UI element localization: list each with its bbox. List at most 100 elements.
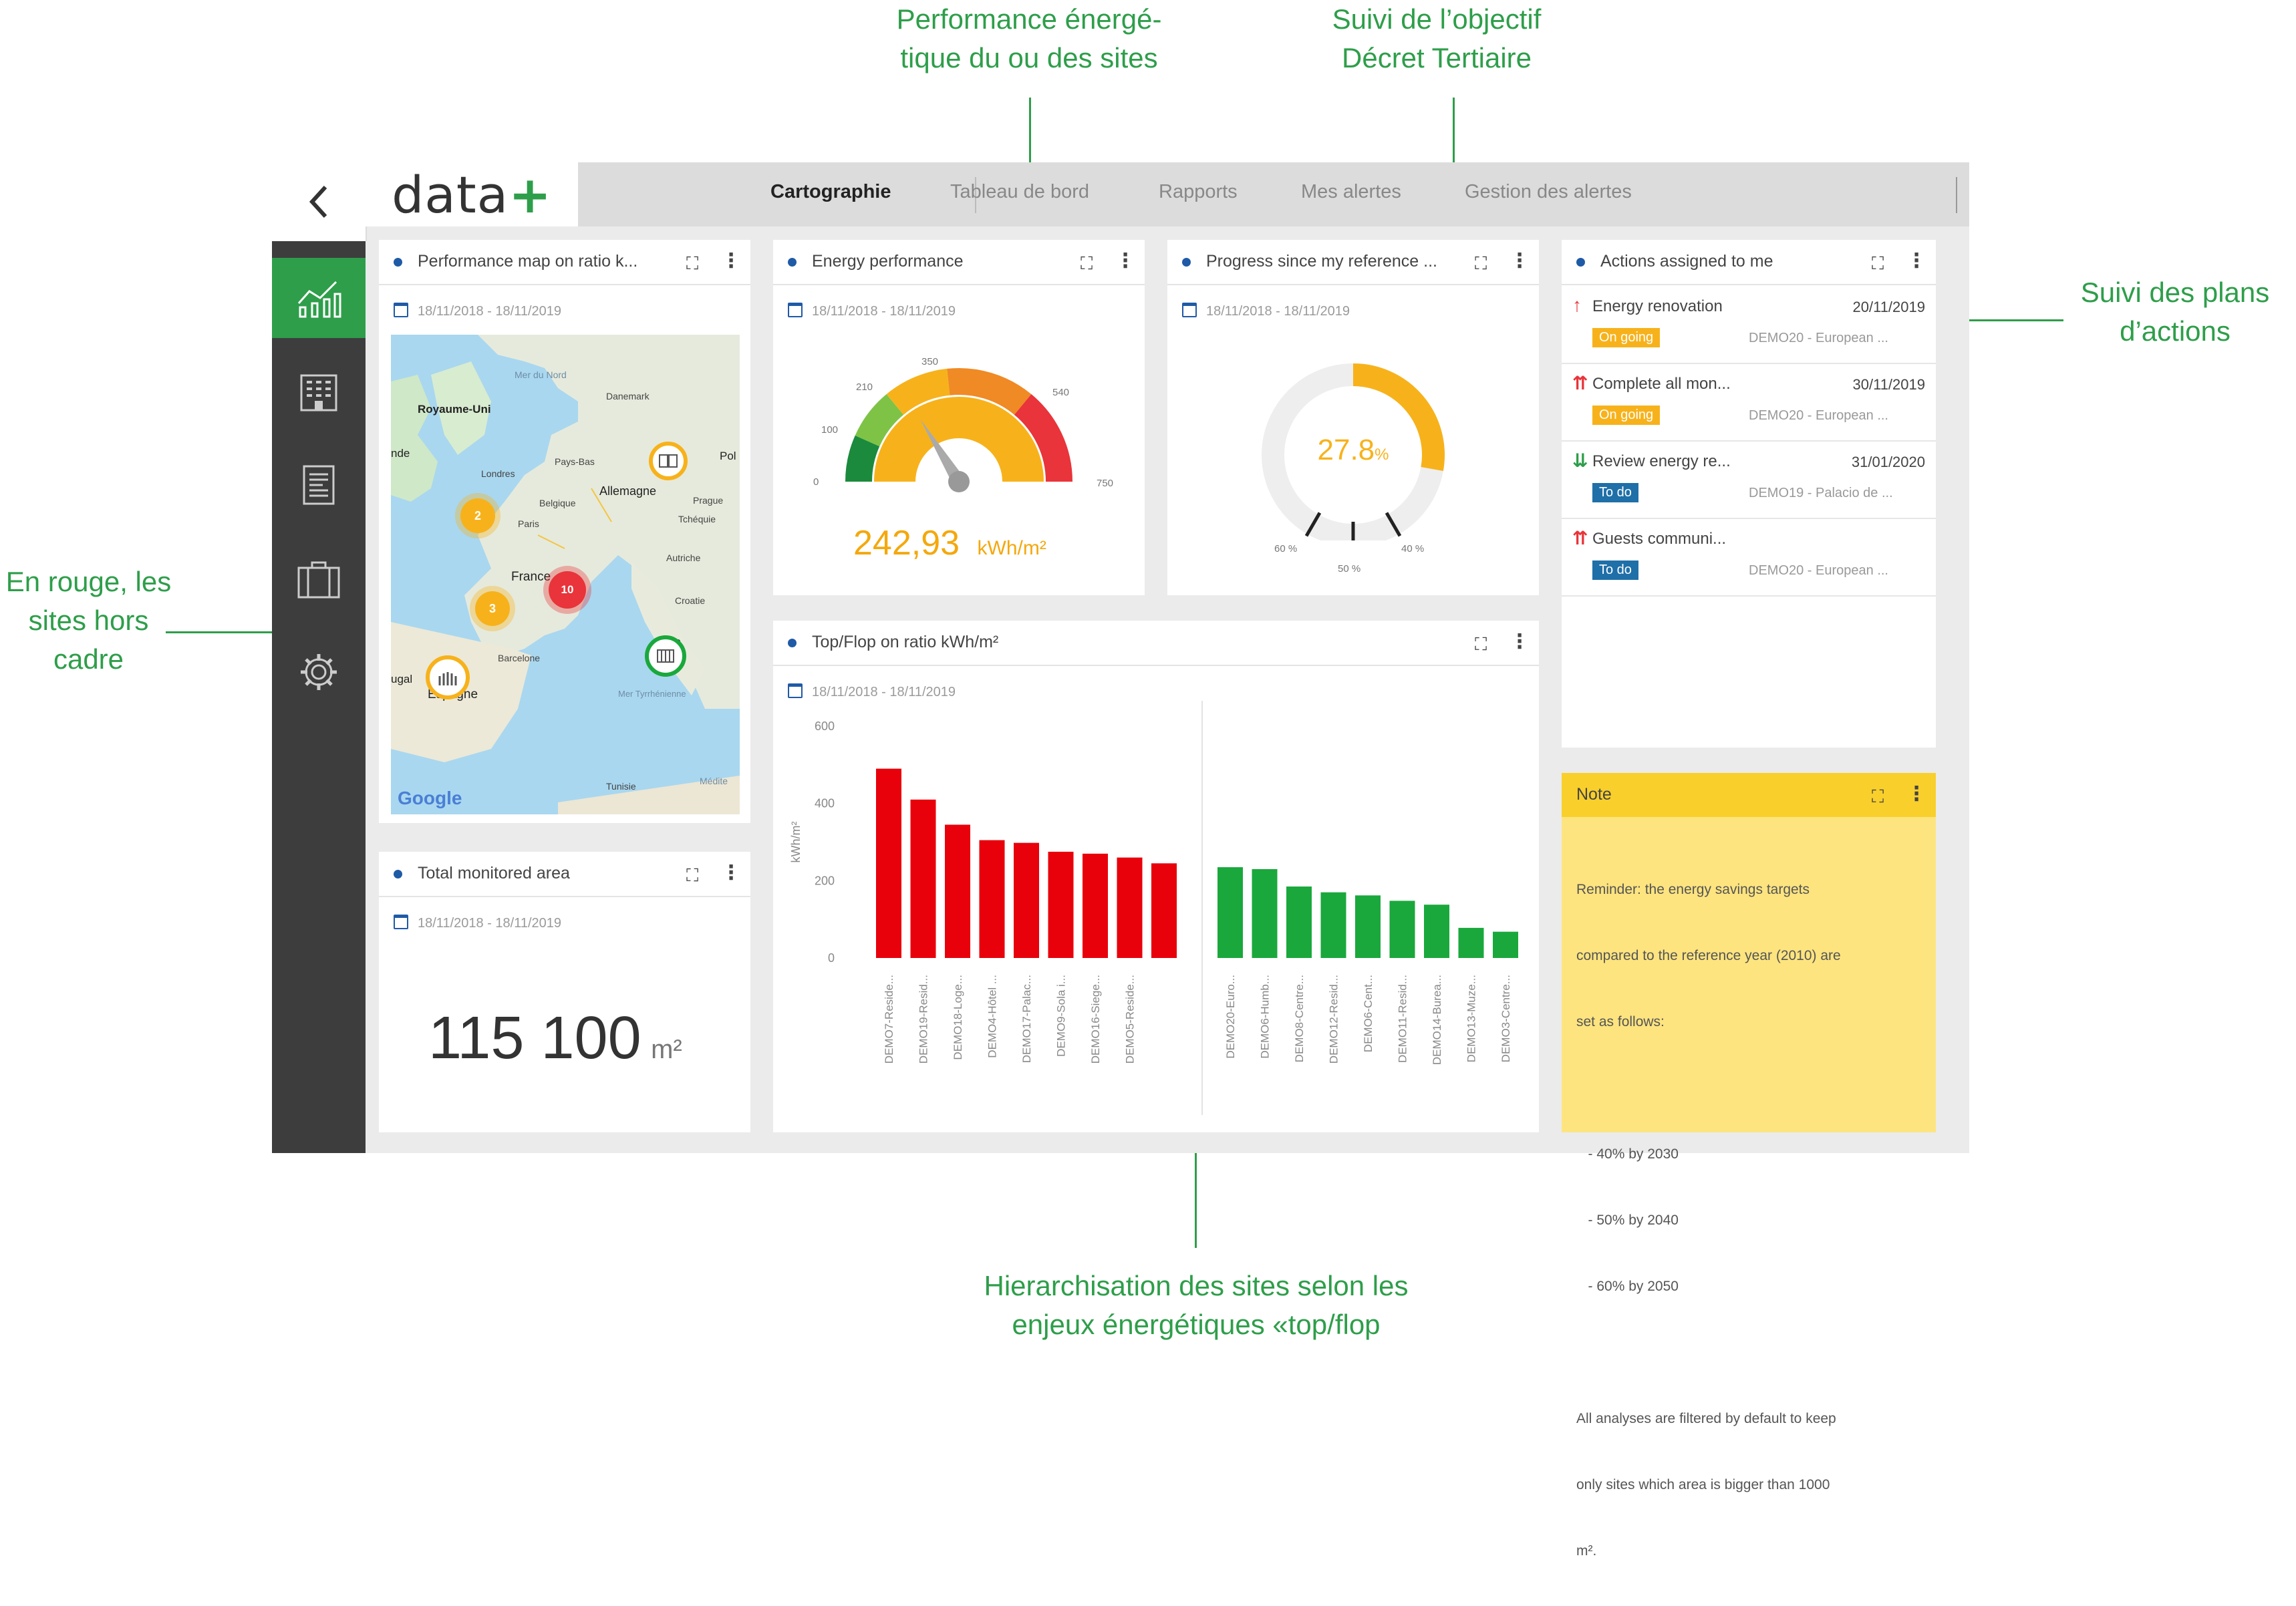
bar[interactable] xyxy=(1320,892,1346,958)
map-label: Médite xyxy=(700,776,728,786)
action-title: Energy renovation xyxy=(1592,297,1723,315)
date-range: 18/11/2018 - 18/11/2019 xyxy=(418,304,561,319)
bar[interactable] xyxy=(1458,927,1484,958)
x-tick-label: DEMO13-Muze... xyxy=(1465,975,1478,1062)
annotation-rouge: En rouge, les sites hors cadre xyxy=(0,563,177,679)
widget-header: Top/Flop on ratio kWh/m² ⛶ ⋮ xyxy=(773,621,1539,666)
bar[interactable] xyxy=(1252,868,1278,958)
sidebar-item-reports[interactable] xyxy=(272,445,366,525)
action-site: DEMO20 - European ... xyxy=(1749,563,1888,578)
action-title: Guests communi... xyxy=(1592,530,1727,548)
x-tick-label: DEMO11-Resid... xyxy=(1397,975,1409,1063)
expand-icon[interactable]: ⛶ xyxy=(1872,253,1884,275)
expand-icon[interactable]: ⛶ xyxy=(686,865,698,887)
gauge-tick-label: 210 xyxy=(856,381,873,393)
gauge-hub xyxy=(948,471,970,492)
widget-title: Total monitored area xyxy=(418,864,570,882)
chevron-left-icon xyxy=(309,185,327,218)
top-flop-bar-chart: 0 200 400 600 kWh/m² DEMO7-Reside... DEMO19-Re… xyxy=(789,701,1518,1115)
more-vertical-icon[interactable]: ⋮ xyxy=(1906,782,1926,806)
widget-dot xyxy=(788,639,797,647)
widget-header: Note ⛶ ⋮ xyxy=(1562,773,1936,817)
more-vertical-icon[interactable]: ⋮ xyxy=(1510,630,1530,653)
bar[interactable] xyxy=(1014,842,1039,958)
map-site-marker[interactable] xyxy=(649,442,688,480)
x-tick-label: DEMO16-Siege... xyxy=(1089,975,1102,1064)
tab-tableau-de-bord[interactable]: Tableau de bord xyxy=(950,181,1089,203)
more-vertical-icon[interactable]: ⋮ xyxy=(721,249,741,273)
more-vertical-icon[interactable]: ⋮ xyxy=(1115,249,1135,273)
x-tick-label: DEMO3-Centre... xyxy=(1499,975,1512,1062)
map-cluster-marker[interactable]: 2 xyxy=(460,498,495,533)
calendar-icon xyxy=(788,303,803,317)
expand-icon[interactable]: ⛶ xyxy=(1475,253,1487,275)
priority-low-icon: ⇊ xyxy=(1572,450,1588,471)
widget-note: Note ⛶ ⋮ Reminder: the energy savings ta… xyxy=(1562,773,1936,1559)
bar[interactable] xyxy=(979,840,1005,958)
bar[interactable] xyxy=(945,824,970,958)
bar[interactable] xyxy=(1424,905,1449,958)
widget-title: Energy performance xyxy=(812,252,964,271)
action-site: DEMO20 - European ... xyxy=(1749,331,1888,345)
bar[interactable] xyxy=(1217,867,1243,958)
expand-icon[interactable]: ⛶ xyxy=(686,253,698,275)
map-view[interactable]: Mer du Nord Danemark Royaume-Uni Londres… xyxy=(391,335,740,814)
app-logo[interactable]: data + xyxy=(366,162,578,226)
tab-cartographie[interactable]: Cartographie xyxy=(770,181,891,203)
gauge-tick-label: 540 xyxy=(1052,387,1070,398)
tab-mes-alertes[interactable]: Mes alertes xyxy=(1301,181,1401,203)
bar[interactable] xyxy=(1389,901,1415,958)
sidebar-item-dashboard[interactable] xyxy=(272,258,366,338)
sidebar-item-actions[interactable] xyxy=(272,538,366,619)
x-tick-label: DEMO14-Burea... xyxy=(1431,975,1443,1065)
annotation-line: d’actions xyxy=(2120,315,2231,347)
map-cluster-marker[interactable]: 10 xyxy=(549,571,586,609)
progress-value-number: 27.8 xyxy=(1317,434,1375,466)
map-site-marker[interactable] xyxy=(426,655,470,699)
bar[interactable] xyxy=(1083,853,1108,958)
bar[interactable] xyxy=(876,768,901,958)
calendar-icon xyxy=(394,303,408,317)
cluster-count: 3 xyxy=(488,601,496,615)
status-badge: To do xyxy=(1592,483,1638,502)
more-vertical-icon[interactable]: ⋮ xyxy=(1906,249,1926,273)
tab-rapports[interactable]: Rapports xyxy=(1159,181,1238,203)
back-button[interactable] xyxy=(272,162,367,241)
bar[interactable] xyxy=(1048,851,1074,958)
action-title: Complete all mon... xyxy=(1592,375,1731,393)
expand-icon[interactable]: ⛶ xyxy=(1081,253,1093,275)
bar[interactable] xyxy=(1117,857,1143,958)
sidebar-item-settings[interactable] xyxy=(272,632,366,712)
x-tick-label: DEMO4-Hôtel ... xyxy=(986,975,999,1058)
cluster-count: 2 xyxy=(474,508,481,522)
bar[interactable] xyxy=(910,799,936,958)
sidebar-item-buildings[interactable] xyxy=(272,351,366,432)
x-tick-label: DEMO18-Loge... xyxy=(952,975,964,1060)
app-window: data + Cartographie Tableau de bord Rappo… xyxy=(272,162,1969,1559)
bar[interactable] xyxy=(1355,895,1381,958)
map-label: France xyxy=(511,570,551,584)
bar[interactable] xyxy=(1286,887,1312,958)
x-tick-label: DEMO20-Euro... xyxy=(1224,975,1237,1059)
progress-value-unit: % xyxy=(1375,446,1389,464)
map-label: Prague xyxy=(693,495,724,506)
tab-gestion-des-alertes[interactable]: Gestion des alertes xyxy=(1465,181,1632,203)
action-item[interactable]: ↑ Energy renovation 20/11/2019 On going … xyxy=(1562,287,1936,364)
x-tick-label: DEMO7-Reside... xyxy=(883,975,895,1064)
sidebar xyxy=(272,162,367,1153)
more-vertical-icon[interactable]: ⋮ xyxy=(721,861,741,885)
action-item[interactable]: ⇈ Complete all mon... 30/11/2019 On goin… xyxy=(1562,364,1936,442)
annotation-line: Suivi des plans xyxy=(2080,277,2270,308)
calendar-icon xyxy=(394,915,408,929)
expand-icon[interactable]: ⛶ xyxy=(1872,786,1884,808)
bar[interactable] xyxy=(1493,931,1518,958)
action-item[interactable]: ⇈ Guests communi... To do DEMO20 - Europ… xyxy=(1562,519,1936,597)
map-site-marker[interactable] xyxy=(645,635,686,677)
bar[interactable] xyxy=(1151,863,1177,958)
more-vertical-icon[interactable]: ⋮ xyxy=(1510,249,1530,273)
action-item[interactable]: ⇊ Review energy re... 31/01/2020 To do D… xyxy=(1562,442,1936,519)
widget-actions: Actions assigned to me ⛶ ⋮ ↑ Energy reno… xyxy=(1562,240,1936,748)
annotation-line: sites hors xyxy=(28,605,149,636)
expand-icon[interactable]: ⛶ xyxy=(1475,634,1487,655)
map-cluster-marker[interactable]: 3 xyxy=(475,591,510,626)
